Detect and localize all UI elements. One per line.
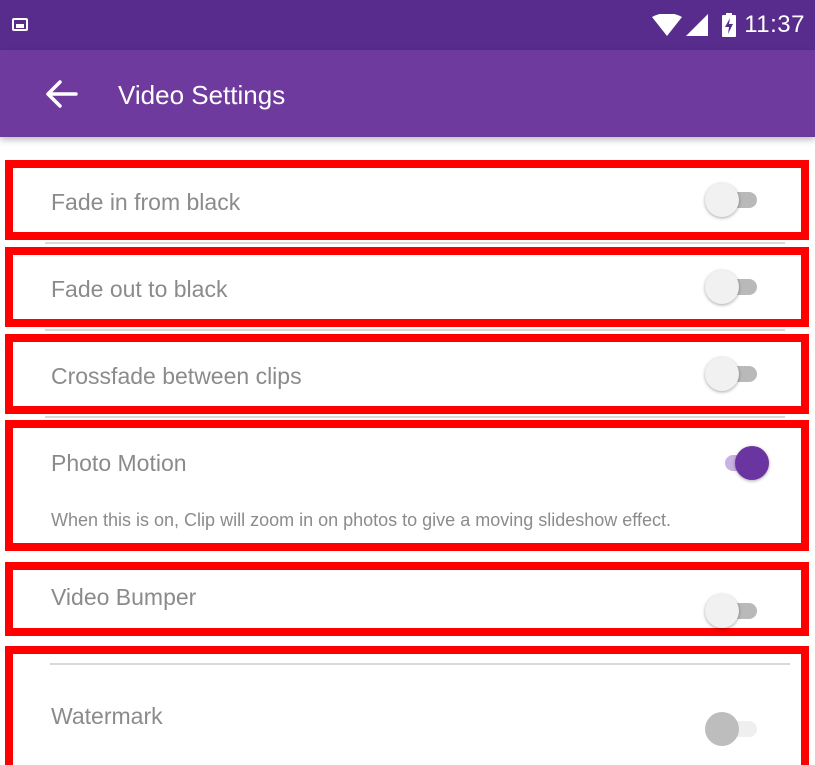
video-bumper-toggle[interactable] <box>705 592 757 630</box>
setting-row-photo-motion[interactable]: Photo Motion When this is on, Clip will … <box>5 420 809 551</box>
setting-label-fade-out: Fade out to black <box>51 276 228 302</box>
setting-row-fade-in[interactable]: Fade in from black <box>5 160 809 240</box>
status-time: 11:37 <box>744 11 805 38</box>
wifi-icon <box>652 14 683 36</box>
setting-label-fade-in: Fade in from black <box>51 189 241 215</box>
page-title: Video Settings <box>118 80 286 110</box>
app-bar: Video Settings <box>0 50 815 137</box>
toggle-thumb <box>705 594 739 628</box>
toggle-thumb <box>705 270 739 304</box>
divider <box>50 663 790 665</box>
fade-in-toggle[interactable] <box>705 181 757 219</box>
cell-signal-icon <box>686 14 709 36</box>
setting-label-crossfade: Crossfade between clips <box>51 363 302 389</box>
back-button[interactable] <box>44 78 80 110</box>
status-bar: 11:37 <box>0 0 815 50</box>
setting-row-crossfade[interactable]: Crossfade between clips <box>5 334 809 414</box>
crossfade-toggle[interactable] <box>705 355 757 393</box>
setting-description-photo-motion: When this is on, Clip will zoom in on ph… <box>51 510 671 530</box>
setting-label-watermark: Watermark <box>51 703 163 729</box>
setting-label-video-bumper: Video Bumper <box>51 584 197 610</box>
toggle-thumb <box>705 183 739 217</box>
divider <box>45 242 785 244</box>
setting-row-watermark[interactable]: Watermark <box>5 646 809 765</box>
divider <box>45 416 785 418</box>
setting-row-video-bumper[interactable]: Video Bumper <box>5 562 809 636</box>
divider <box>45 329 785 331</box>
toggle-thumb <box>705 712 739 746</box>
image-notification-icon <box>12 18 28 31</box>
back-arrow-icon <box>46 80 78 108</box>
photo-motion-toggle[interactable] <box>717 444 769 482</box>
fade-out-toggle[interactable] <box>705 268 757 306</box>
status-icons: 11:37 <box>652 10 805 40</box>
toggle-thumb <box>705 357 739 391</box>
setting-row-fade-out[interactable]: Fade out to black <box>5 247 809 327</box>
battery-charging-icon <box>722 13 737 37</box>
watermark-toggle[interactable] <box>705 710 757 748</box>
setting-label-photo-motion: Photo Motion <box>51 450 187 476</box>
toggle-thumb <box>735 446 769 480</box>
